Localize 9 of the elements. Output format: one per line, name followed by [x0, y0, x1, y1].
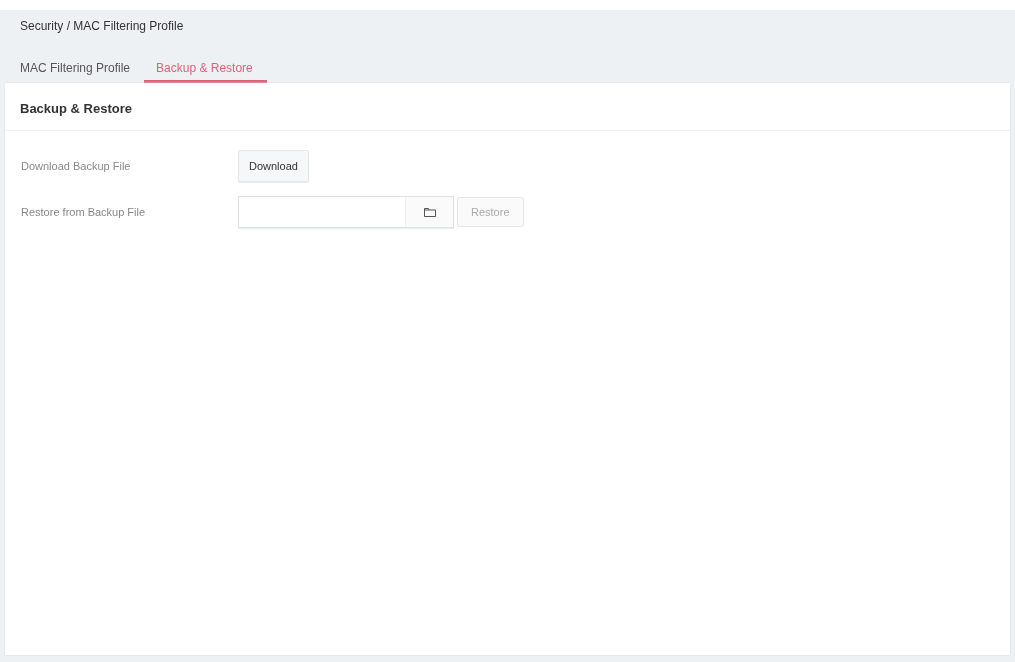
field-label: Restore from Backup File: [21, 206, 147, 218]
download-button[interactable]: Download: [238, 150, 309, 182]
file-input-field[interactable]: [238, 196, 454, 228]
panel-title: Backup & Restore: [5, 83, 1010, 131]
browse-button[interactable]: [405, 197, 453, 227]
tab[interactable]: MAC Filtering Profile: [20, 60, 143, 83]
folder-icon: [423, 207, 436, 217]
breadcrumb: Security / MAC Filtering Profile: [20, 18, 185, 34]
field-label: Download Backup File: [21, 160, 132, 172]
